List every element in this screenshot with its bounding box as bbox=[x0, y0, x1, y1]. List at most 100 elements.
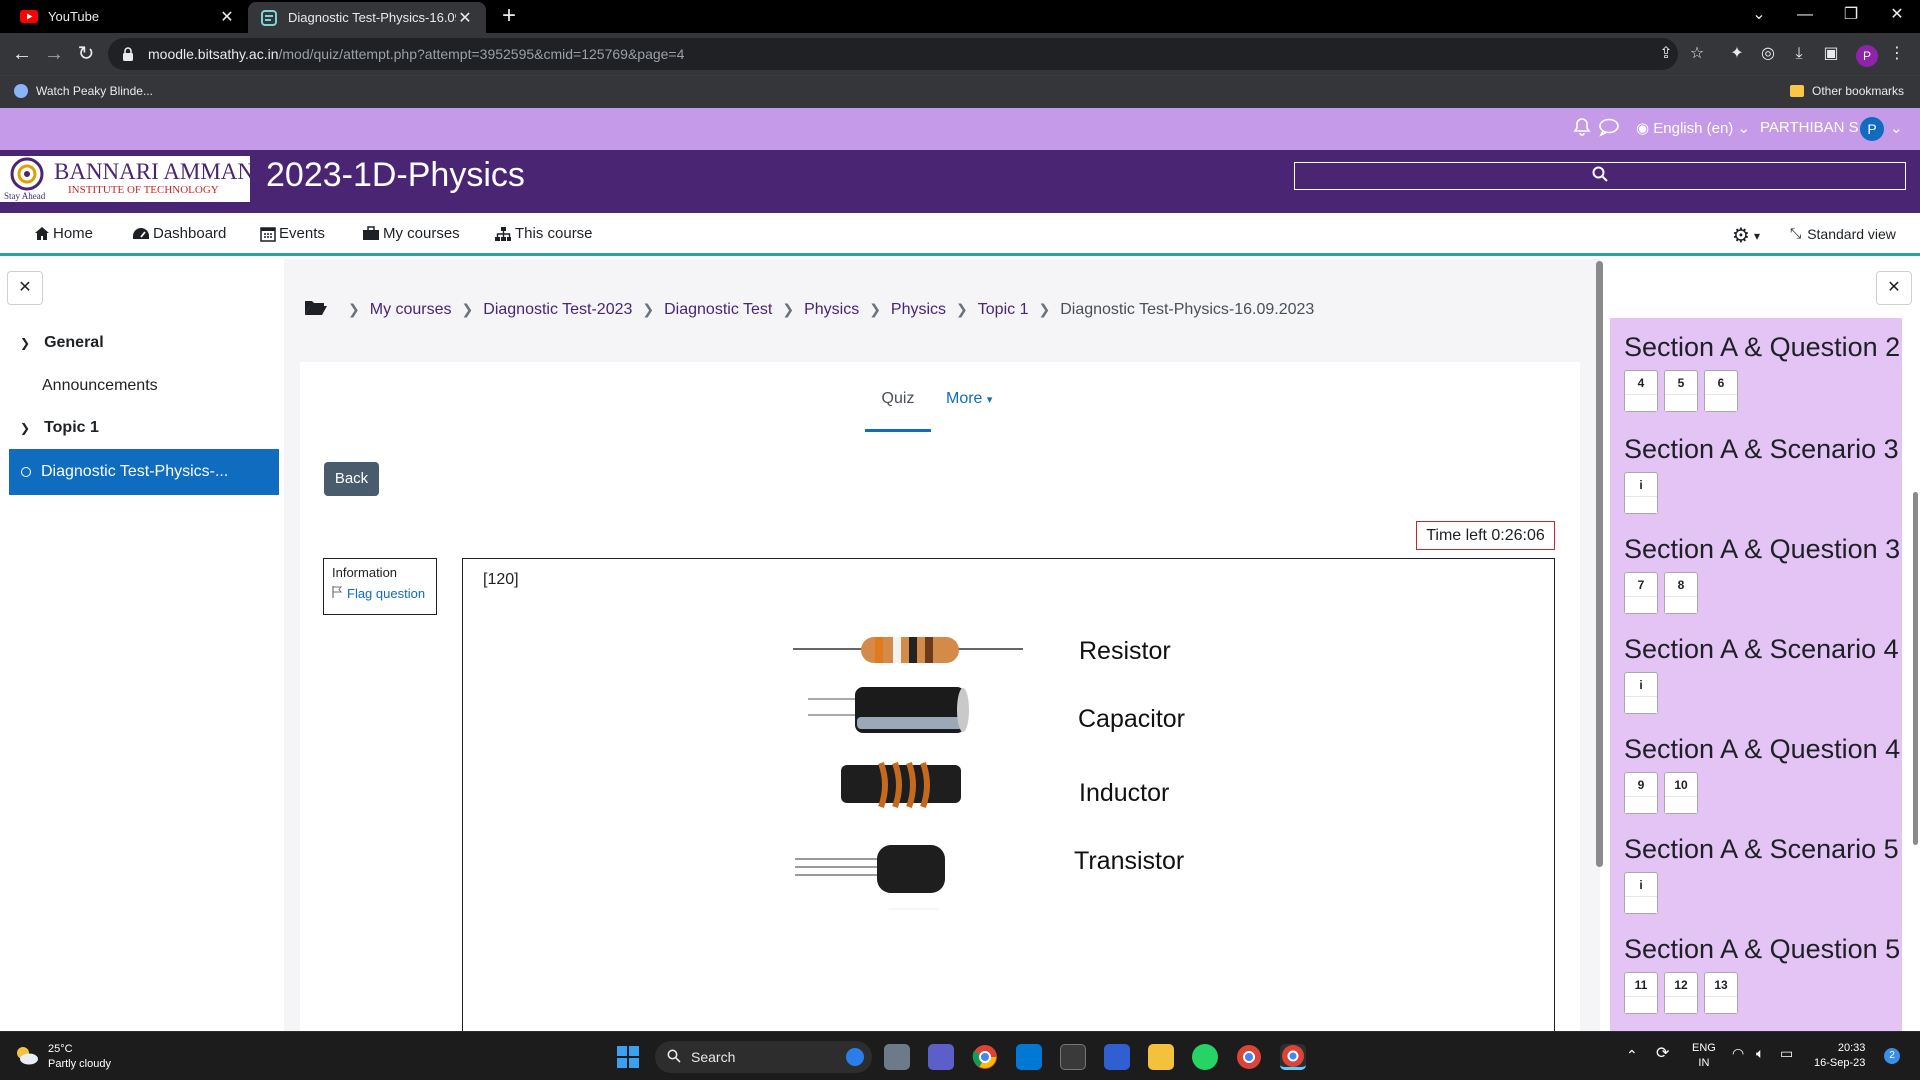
chrome-profile-icon[interactable] bbox=[1236, 1044, 1262, 1070]
url-input[interactable]: moodle.bitsathy.ac.in/mod/quiz/attempt.p… bbox=[108, 38, 1678, 70]
language-indicator[interactable]: ENG IN bbox=[1692, 1041, 1716, 1071]
wifi-icon[interactable]: ◠ bbox=[1732, 1046, 1744, 1061]
close-tab-icon[interactable]: ✕ bbox=[218, 7, 236, 27]
user-menu-chevron-icon[interactable]: ⌄ bbox=[1890, 119, 1903, 137]
extensions-icon[interactable]: ✦ bbox=[1726, 33, 1748, 62]
globe-icon: ◉ bbox=[1636, 120, 1650, 137]
close-quiz-nav-button[interactable]: ✕ bbox=[1876, 271, 1912, 305]
question-button[interactable]: 4 bbox=[1624, 370, 1658, 412]
battery-icon[interactable]: ▭ bbox=[1780, 1046, 1793, 1061]
quiz-nav-scrollbar[interactable] bbox=[1913, 492, 1918, 845]
tab-search-icon[interactable]: ⌄ bbox=[1736, 4, 1782, 26]
breadcrumb-item[interactable]: Topic 1 bbox=[978, 301, 1029, 319]
forward-arrow-icon[interactable]: → bbox=[40, 41, 68, 67]
nav-section-title: Section A & Question 3 bbox=[1624, 534, 1901, 564]
download-icon[interactable]: ⤓ bbox=[1788, 33, 1810, 62]
store-icon[interactable] bbox=[1016, 1044, 1042, 1070]
question-button[interactable]: 10 bbox=[1664, 772, 1698, 814]
chrome-active-icon[interactable] bbox=[1280, 1044, 1306, 1070]
bookmark-peaky[interactable]: Watch Peaky Blinde... bbox=[14, 84, 153, 98]
sync-icon[interactable]: ⟳ bbox=[1656, 1046, 1669, 1062]
search-input[interactable] bbox=[1294, 162, 1906, 190]
bookmarks-bar: Watch Peaky Blinde... Other bookmarks bbox=[0, 75, 1920, 108]
breadcrumb-item[interactable]: Diagnostic Test-2023 bbox=[483, 301, 632, 319]
bookmark-star-icon[interactable]: ☆ bbox=[1686, 33, 1708, 62]
active-quiz-link[interactable]: Diagnostic Test-Physics-... bbox=[9, 449, 279, 495]
calendar-icon bbox=[260, 226, 276, 242]
windows-start-icon[interactable] bbox=[615, 1044, 641, 1070]
close-course-index-button[interactable]: ✕ bbox=[7, 271, 43, 305]
file-explorer-icon[interactable] bbox=[1148, 1044, 1174, 1070]
info-button[interactable]: i bbox=[1624, 472, 1658, 514]
task-view-icon[interactable] bbox=[884, 1044, 910, 1070]
tab-title: Diagnostic Test-Physics-16.09.2023 bbox=[288, 10, 456, 25]
minimize-button[interactable]: — bbox=[1782, 4, 1828, 26]
nav-dashboard[interactable]: Dashboard bbox=[132, 225, 226, 242]
flag-question-link[interactable]: Flag question bbox=[332, 586, 428, 601]
nav-my-courses[interactable]: My courses bbox=[362, 225, 460, 242]
user-avatar[interactable]: P bbox=[1860, 117, 1884, 141]
question-button[interactable]: 6 bbox=[1704, 370, 1738, 412]
back-arrow-icon[interactable]: ← bbox=[8, 41, 36, 67]
menu-icon[interactable]: ⋮ bbox=[1886, 33, 1908, 62]
question-button[interactable]: 11 bbox=[1624, 972, 1658, 1014]
browser-tab-bar: YouTube ✕ Diagnostic Test-Physics-16.09.… bbox=[0, 0, 1920, 33]
standard-view-toggle[interactable]: ⤡ Standard view bbox=[1790, 225, 1896, 242]
settings-gear-icon[interactable]: ⚙ ▾ bbox=[1732, 223, 1760, 248]
back-button[interactable]: Back bbox=[324, 462, 379, 496]
teams-icon[interactable] bbox=[928, 1044, 954, 1070]
nav-this-course[interactable]: This course bbox=[494, 225, 593, 242]
tab-quiz[interactable]: Quiz bbox=[865, 390, 931, 432]
whatsapp-icon[interactable] bbox=[1192, 1044, 1218, 1070]
user-name[interactable]: PARTHIBAN S bbox=[1760, 119, 1859, 136]
app-icon[interactable] bbox=[1060, 1044, 1086, 1070]
section-general[interactable]: ❯ General bbox=[20, 334, 104, 352]
new-tab-button[interactable]: + bbox=[496, 4, 522, 30]
question-button[interactable]: 9 bbox=[1624, 772, 1658, 814]
nav-events[interactable]: Events bbox=[260, 225, 325, 242]
info-button[interactable]: i bbox=[1624, 872, 1658, 914]
weather-widget[interactable]: 25°C Partly cloudy bbox=[14, 1042, 111, 1072]
other-bookmarks[interactable]: Other bookmarks bbox=[1790, 84, 1904, 98]
section-topic-1[interactable]: ❯ Topic 1 bbox=[20, 419, 99, 437]
side-panel-icon[interactable]: ▣ bbox=[1820, 33, 1842, 62]
vscode-icon[interactable] bbox=[1104, 1044, 1130, 1070]
sitemap-icon bbox=[494, 226, 512, 242]
breadcrumb-item[interactable]: Diagnostic Test bbox=[664, 301, 772, 319]
announcements-link[interactable]: Announcements bbox=[42, 377, 158, 395]
close-window-button[interactable]: ✕ bbox=[1874, 4, 1920, 26]
clock[interactable]: 20:33 16-Sep-23 bbox=[1814, 1041, 1865, 1071]
question-button[interactable]: 8 bbox=[1664, 572, 1698, 614]
search-icon[interactable] bbox=[1592, 166, 1608, 187]
institute-logo[interactable]: BANNARI AMMAN INSTITUTE OF TECHNOLOGY St… bbox=[0, 156, 254, 202]
folder-open-icon[interactable] bbox=[304, 298, 328, 321]
share-icon[interactable]: ⇪ bbox=[1655, 33, 1677, 62]
volume-icon[interactable]: 🔈︎ bbox=[1756, 1046, 1764, 1061]
question-button[interactable]: 12 bbox=[1664, 972, 1698, 1014]
question-button[interactable]: 5 bbox=[1664, 370, 1698, 412]
extension-icon[interactable]: ◎ bbox=[1757, 33, 1779, 62]
reload-icon[interactable]: ↻ bbox=[72, 41, 100, 67]
chrome-icon[interactable] bbox=[972, 1044, 998, 1070]
messages-icon[interactable] bbox=[1598, 117, 1620, 141]
breadcrumb-item[interactable]: Physics bbox=[804, 301, 859, 319]
page-scrollbar[interactable] bbox=[1596, 261, 1603, 867]
label-capacitor: Capacitor bbox=[1078, 705, 1185, 733]
info-button[interactable]: i bbox=[1624, 672, 1658, 714]
language-menu[interactable]: ◉ English (en) ⌄ bbox=[1636, 119, 1750, 137]
breadcrumb-item[interactable]: My courses bbox=[370, 301, 452, 319]
question-button[interactable]: 13 bbox=[1704, 972, 1738, 1014]
chevron-up-icon[interactable]: ⌃ bbox=[1626, 1048, 1638, 1063]
close-tab-icon[interactable]: ✕ bbox=[456, 8, 474, 28]
tab-quiz[interactable]: Diagnostic Test-Physics-16.09.2023 ✕ bbox=[248, 2, 486, 33]
nav-home[interactable]: Home bbox=[34, 225, 93, 242]
profile-avatar[interactable]: P bbox=[1856, 45, 1878, 67]
notification-badge[interactable]: 2 bbox=[1884, 1048, 1900, 1064]
question-button[interactable]: 7 bbox=[1624, 572, 1658, 614]
tab-youtube[interactable]: YouTube ✕ bbox=[8, 0, 248, 33]
taskbar-search[interactable]: Search bbox=[655, 1041, 872, 1073]
notification-bell-icon[interactable] bbox=[1572, 117, 1592, 141]
breadcrumb-item[interactable]: Physics bbox=[891, 301, 946, 319]
tab-more[interactable]: More ▾ bbox=[946, 390, 992, 408]
restore-button[interactable]: ❐ bbox=[1828, 4, 1874, 26]
